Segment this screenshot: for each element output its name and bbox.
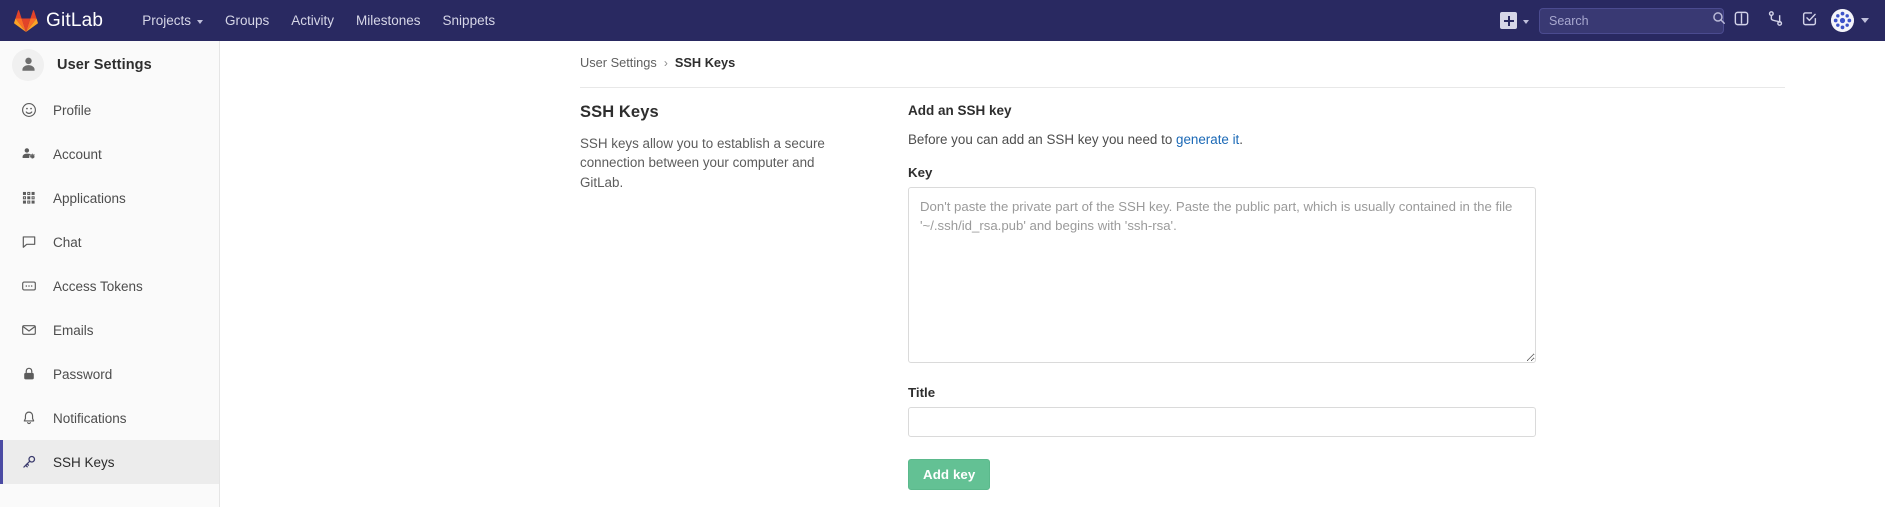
nav-link-activity[interactable]: Activity: [280, 0, 345, 41]
user-menu-button[interactable]: [1826, 0, 1875, 41]
ssh-key-title-input[interactable]: [908, 407, 1536, 437]
nav-link-milestones[interactable]: Milestones: [345, 0, 432, 41]
lock-icon: [20, 365, 38, 383]
generate-key-note-suffix: .: [1239, 132, 1244, 147]
sidebar-item-password-label: Password: [53, 366, 113, 382]
generate-key-note: Before you can add an SSH key you need t…: [908, 132, 1785, 147]
issues-nav-button[interactable]: [1724, 0, 1758, 41]
chevron-down-icon: [1523, 19, 1529, 24]
ssh-keys-panel: SSH Keys SSH keys allow you to establish…: [580, 103, 1785, 490]
sidebar-item-chat[interactable]: Chat: [0, 220, 219, 264]
main-content-area: User Settings › SSH Keys SSH Keys SSH ke…: [220, 41, 1885, 507]
sidebar-item-applications-label: Applications: [53, 190, 126, 206]
nav-link-projects[interactable]: Projects: [131, 0, 214, 41]
sidebar-item-chat-label: Chat: [53, 234, 82, 250]
nav-link-snippets[interactable]: Snippets: [432, 0, 507, 41]
sidebar-item-emails-label: Emails: [53, 322, 94, 338]
sidebar-header-label: User Settings: [57, 56, 152, 73]
sidebar-item-ssh-keys[interactable]: SSH Keys: [0, 440, 219, 484]
create-new-button[interactable]: [1494, 0, 1533, 41]
nav-link-milestones-label: Milestones: [356, 13, 421, 28]
generate-key-note-prefix: Before you can add an SSH key you need t…: [908, 132, 1176, 147]
user-avatar-identicon: [1831, 9, 1854, 32]
title-field-label: Title: [908, 385, 936, 400]
nav-link-snippets-label: Snippets: [442, 13, 496, 28]
button-spacer: [908, 437, 1785, 459]
access-token-card-icon: [20, 277, 38, 295]
sidebar-item-profile[interactable]: Profile: [0, 88, 219, 132]
add-key-button[interactable]: Add key: [908, 459, 991, 490]
profile-circle-icon: [20, 101, 38, 119]
nav-link-groups[interactable]: Groups: [214, 0, 280, 41]
settings-sidebar: User Settings Profile Account Applicatio…: [0, 41, 220, 507]
merge-requests-icon: [1767, 10, 1784, 32]
breadcrumb-separator-icon: ›: [663, 55, 668, 70]
top-navigation-bar: GitLab Projects Groups Activity Mileston…: [0, 0, 1885, 41]
plus-square-icon: [1500, 12, 1517, 29]
add-ssh-key-form-column: Add an SSH key Before you can add an SSH…: [880, 103, 1785, 490]
chevron-down-icon: [1861, 18, 1869, 23]
breadcrumb: User Settings › SSH Keys: [220, 41, 1885, 70]
form-spacer: [908, 363, 1785, 385]
ssh-keys-description-column: SSH Keys SSH keys allow you to establish…: [580, 103, 880, 490]
sidebar-item-account-label: Account: [53, 146, 102, 162]
primary-nav-links: Projects Groups Activity Milestones Snip…: [131, 0, 506, 41]
bell-icon: [20, 409, 38, 427]
sidebar-item-password[interactable]: Password: [0, 352, 219, 396]
chat-bubble-icon: [20, 233, 38, 251]
sidebar-item-profile-label: Profile: [53, 102, 92, 118]
envelope-icon: [20, 321, 38, 339]
sidebar-item-access-tokens[interactable]: Access Tokens: [0, 264, 219, 308]
brand-name-label: GitLab: [46, 9, 104, 31]
ssh-key-textarea[interactable]: [908, 187, 1536, 363]
content-top-divider: [580, 87, 1785, 88]
generate-it-link[interactable]: generate it: [1176, 132, 1239, 147]
search-icon: [1712, 11, 1726, 30]
sidebar-item-account[interactable]: Account: [0, 132, 219, 176]
top-nav-right-group: [1494, 0, 1885, 41]
sidebar-item-ssh-keys-label: SSH Keys: [53, 454, 115, 470]
nav-link-activity-label: Activity: [291, 13, 335, 28]
form-title: Add an SSH key: [908, 103, 1012, 118]
sidebar-item-notifications[interactable]: Notifications: [0, 396, 219, 440]
search-input[interactable]: [1547, 12, 1712, 29]
sidebar-item-emails[interactable]: Emails: [0, 308, 219, 352]
key-field-label: Key: [908, 165, 933, 180]
key-icon: [20, 453, 38, 471]
todos-nav-button[interactable]: [1792, 0, 1826, 41]
gitlab-fox-logo-icon: [14, 9, 38, 33]
nav-link-projects-label: Projects: [142, 13, 191, 28]
global-search-box[interactable]: [1539, 7, 1726, 34]
todos-checkmark-icon: [1801, 10, 1818, 32]
sidebar-header-user-settings[interactable]: User Settings: [0, 41, 219, 88]
nav-link-groups-label: Groups: [224, 13, 270, 28]
page-description: SSH keys allow you to establish a secure…: [580, 136, 825, 190]
issues-icon: [1733, 10, 1750, 32]
applications-grid-icon: [20, 189, 38, 207]
page-title: SSH Keys: [580, 103, 659, 121]
chevron-down-icon: [196, 19, 203, 24]
sidebar-item-applications[interactable]: Applications: [0, 176, 219, 220]
sidebar-item-notifications-label: Notifications: [53, 410, 127, 426]
breadcrumb-parent-link[interactable]: User Settings: [580, 55, 657, 70]
gitlab-brand-home-link[interactable]: GitLab: [0, 0, 113, 41]
user-avatar-icon: [12, 48, 44, 81]
merge-requests-nav-button[interactable]: [1758, 0, 1792, 41]
account-gear-icon: [20, 145, 38, 163]
sidebar-item-access-tokens-label: Access Tokens: [53, 278, 143, 294]
breadcrumb-current: SSH Keys: [674, 55, 736, 70]
